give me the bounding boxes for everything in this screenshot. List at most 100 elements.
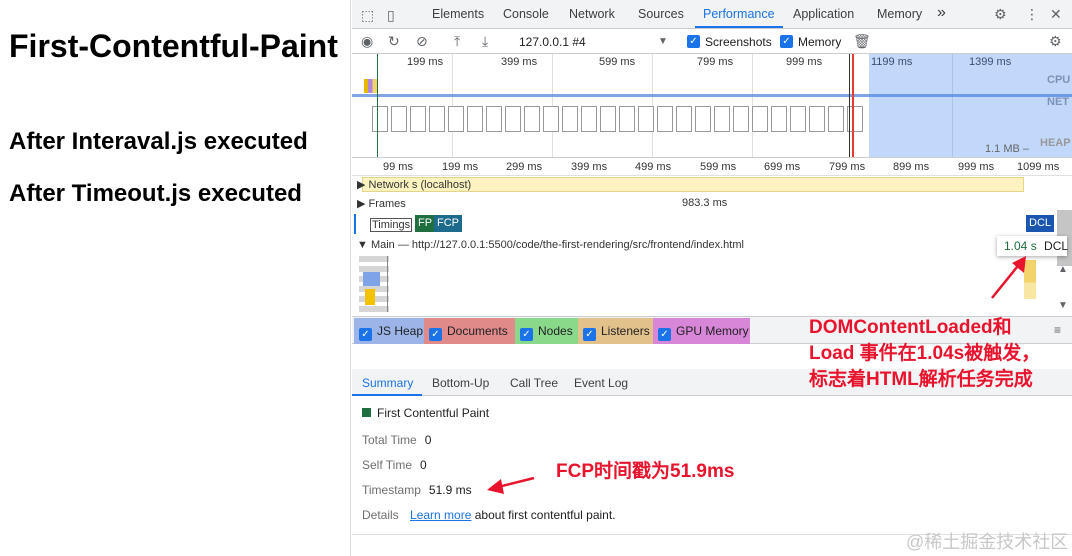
overview-tick: 599 ms <box>599 56 636 68</box>
overview-tick: 799 ms <box>697 56 734 68</box>
chevron-up-icon[interactable]: ▲ <box>1058 262 1068 278</box>
tab-application[interactable]: Application <box>793 7 854 21</box>
counter-checkbox[interactable]: ✓ <box>429 328 442 341</box>
screenshot-frame <box>790 106 806 132</box>
chevron-down-icon[interactable]: ▼ <box>658 34 668 50</box>
ruler-tick: 399 ms <box>571 161 608 173</box>
ruler-tick: 199 ms <box>442 161 479 173</box>
counter-listeners[interactable]: ✓ Listeners <box>578 318 653 344</box>
clear-icon[interactable]: ⊘ <box>416 33 428 49</box>
flame-chart[interactable]: ▶ Network s (localhost) ▶ Frames 983.3 m… <box>352 176 1072 316</box>
counter-checkbox[interactable]: ✓ <box>359 328 372 341</box>
tab-network[interactable]: Network <box>569 7 615 21</box>
screenshot-frame <box>486 106 502 132</box>
memory-checkbox[interactable]: ✓ <box>780 35 793 48</box>
screenshot-frame <box>581 106 597 132</box>
counter-js-heap[interactable]: ✓ JS Heap <box>354 318 424 344</box>
ruler-tick: 499 ms <box>635 161 672 173</box>
tab-bottom-up[interactable]: Bottom-Up <box>432 376 489 390</box>
details-text: about first contentful paint. <box>474 508 616 522</box>
event-name: First Contentful Paint <box>377 406 490 420</box>
tab-console[interactable]: Console <box>503 7 549 21</box>
close-icon[interactable]: ✕ <box>1050 6 1062 22</box>
ruler-tick: 299 ms <box>506 161 543 173</box>
ruler-tick: 899 ms <box>893 161 930 173</box>
drag-handle-icon[interactable]: ≡ <box>1054 322 1061 338</box>
dcl-tooltip: 1.04 s DCL <box>997 236 1069 256</box>
tab-call-tree[interactable]: Call Tree <box>510 376 558 390</box>
dcl-tooltip-label: DCL <box>1044 239 1069 253</box>
trash-icon[interactable]: 🗑 <box>853 33 871 49</box>
network-track-label[interactable]: ▶ Network s (localhost) <box>357 178 471 191</box>
timings-track-label[interactable]: Timings <box>370 218 413 232</box>
screenshot-frame <box>524 106 540 132</box>
upload-icon[interactable]: ⤒ <box>454 33 460 49</box>
recording-select[interactable]: 127.0.0.1 #4 <box>519 35 586 49</box>
tab-memory[interactable]: Memory <box>877 7 922 21</box>
more-options-icon[interactable]: ⋮ <box>1025 6 1039 22</box>
fcp-marker[interactable]: FCP <box>434 215 462 232</box>
screenshot-frame <box>638 106 654 132</box>
screenshot-frame <box>676 106 692 132</box>
dcl-annotation-line: Load 事件在1.04s被触发， <box>809 343 1041 364</box>
counter-gpu-memory[interactable]: ✓ GPU Memory <box>653 318 750 344</box>
timestamp-value: 51.9 ms <box>428 483 472 497</box>
frames-track-label[interactable]: ▶ Frames <box>357 197 406 210</box>
self-time-label: Self Time <box>362 458 413 472</box>
event-color-swatch <box>362 408 371 417</box>
download-icon[interactable]: ⤓ <box>482 33 488 49</box>
screenshot-frame <box>809 106 825 132</box>
timeline-overview[interactable]: 199 ms 399 ms 599 ms 799 ms 999 ms 1199 … <box>352 54 1072 158</box>
chevron-down-icon[interactable]: ▼ <box>1058 298 1068 314</box>
watermark: @稀土掘金技术社区 <box>906 532 1069 552</box>
self-time-value: 0 <box>420 458 427 472</box>
screenshot-frame <box>657 106 673 132</box>
counter-documents[interactable]: ✓ Documents <box>424 318 515 344</box>
record-icon[interactable]: ◉ <box>361 33 373 49</box>
more-tabs-icon[interactable]: » <box>937 4 946 22</box>
dcl-annotation-line: DOMContentLoaded和 <box>809 317 1012 338</box>
tab-sources[interactable]: Sources <box>638 7 684 21</box>
dcl-annotation: DOMContentLoaded和 Load 事件在1.04s被触发， 标志着H… <box>809 315 1040 393</box>
screenshot-frame <box>448 106 464 132</box>
learn-more-link[interactable]: Learn more <box>410 508 471 522</box>
counter-nodes[interactable]: ✓ Nodes <box>515 318 578 344</box>
dcl-annotation-line: 标志着HTML解析任务完成 <box>809 369 1033 390</box>
active-tab-indicator <box>695 26 783 28</box>
screenshot-frame <box>429 106 445 132</box>
dcl-tooltip-time: 1.04 s <box>1004 239 1037 253</box>
counter-label: Documents <box>447 324 508 338</box>
main-track-label[interactable]: ▼ Main — http://127.0.0.1:5500/code/the-… <box>357 239 744 251</box>
overview-tick: 399 ms <box>501 56 538 68</box>
tab-performance[interactable]: Performance <box>703 7 775 21</box>
ruler-tick: 799 ms <box>829 161 866 173</box>
memory-label: Memory <box>798 35 842 49</box>
overview-tick: 999 ms <box>786 56 823 68</box>
screenshot-frame <box>562 106 578 132</box>
settings-gear-icon[interactable]: ⚙ <box>994 6 1007 22</box>
device-toolbar-icon[interactable]: ▯ <box>387 7 395 23</box>
tab-event-log[interactable]: Event Log <box>574 376 628 390</box>
screenshot-frame <box>543 106 559 132</box>
ruler-tick: 599 ms <box>700 161 737 173</box>
counter-checkbox[interactable]: ✓ <box>658 328 671 341</box>
counter-checkbox[interactable]: ✓ <box>520 328 533 341</box>
screenshot-frame <box>733 106 749 132</box>
dcl-marker[interactable]: DCL <box>1026 215 1055 232</box>
tab-summary[interactable]: Summary <box>362 376 413 390</box>
screenshot-frame <box>714 106 730 132</box>
ruler-tick: 999 ms <box>958 161 995 173</box>
fp-marker[interactable]: FP <box>415 215 436 232</box>
reload-record-icon[interactable]: ↻ <box>388 33 400 49</box>
screenshots-checkbox[interactable]: ✓ <box>687 35 700 48</box>
capture-settings-icon[interactable]: ⚙ <box>1049 33 1062 49</box>
inspect-element-icon[interactable]: ⬚ <box>361 7 374 23</box>
counter-label: Listeners <box>601 324 650 338</box>
performance-toolbar: ◉ ↻ ⊘ ⤒ ⤓ 127.0.0.1 #4 ▼ ✓ Screenshots ✓… <box>352 29 1072 54</box>
screenshot-frame <box>600 106 616 132</box>
heading-interval: After Interaval.js executed <box>9 128 308 155</box>
ruler-tick: 1099 ms <box>1017 161 1060 173</box>
tab-elements[interactable]: Elements <box>432 7 484 21</box>
counter-checkbox[interactable]: ✓ <box>583 328 596 341</box>
total-time-row: Total Time 0 <box>362 433 431 447</box>
